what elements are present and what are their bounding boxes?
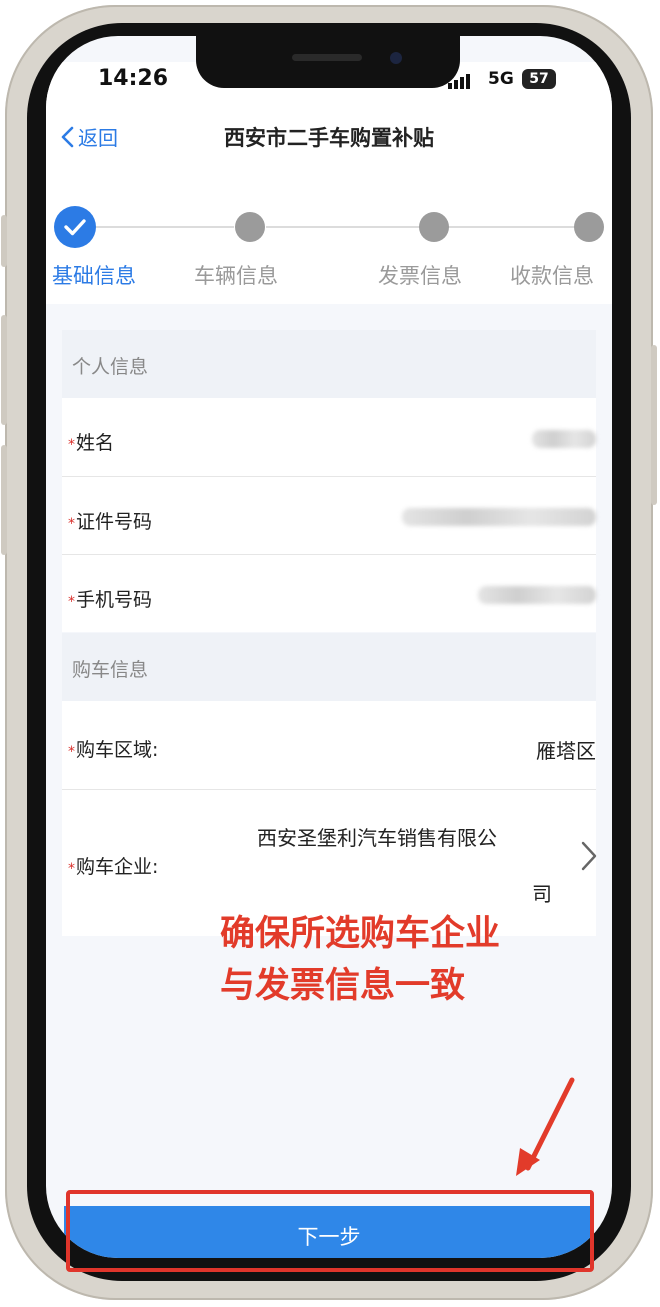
required-mark: * — [68, 861, 75, 877]
highlight-box — [66, 1190, 594, 1272]
section-personal: 个人信息 — [62, 330, 596, 398]
speaker — [292, 54, 362, 61]
section-personal-title: 个人信息 — [72, 356, 149, 378]
step-label-payment: 收款信息 — [510, 264, 594, 288]
field-company-label: *购车企业: — [68, 856, 159, 878]
nav-bar: 返回 西安市二手车购置补贴 — [46, 96, 612, 186]
field-id-number[interactable]: *证件号码 — [62, 477, 596, 555]
back-button[interactable]: 返回 — [60, 122, 118, 151]
annotation-text: 确保所选购车企业 与发票信息一致 — [220, 908, 500, 1012]
field-phone-value-blurred — [478, 586, 596, 604]
front-camera — [390, 52, 402, 64]
section-purchase-title: 购车信息 — [72, 659, 149, 681]
step-connector — [448, 226, 588, 228]
side-button-left-1 — [1, 215, 7, 267]
status-time: 14:26 — [98, 66, 169, 91]
field-company-value-line2: 司 — [532, 882, 552, 906]
step-1-check-icon — [54, 206, 96, 248]
step-3-dot — [419, 212, 449, 242]
field-area-value: 雁塔区 — [536, 739, 596, 763]
page-title: 西安市二手车购置补贴 — [224, 126, 434, 150]
progress-steps: 基础信息 车辆信息 发票信息 收款信息 — [46, 186, 612, 304]
step-2-dot — [235, 212, 265, 242]
annotation-line-1: 确保所选购车企业 — [220, 914, 501, 954]
battery-icon: 57 — [522, 69, 556, 89]
step-connector — [96, 226, 234, 228]
field-area-label: *购车区域: — [68, 739, 159, 761]
field-id-number-value-blurred — [402, 508, 596, 526]
side-button-left-3 — [1, 445, 7, 555]
phone-screen: 14:26 5G 57 返回 西安市二手车购置补贴 基础信息 车辆信息 发票信息… — [46, 36, 612, 1258]
field-phone-label: *手机号码 — [68, 589, 153, 611]
back-label: 返回 — [78, 126, 118, 150]
step-connector — [266, 226, 432, 228]
required-mark: * — [68, 744, 75, 760]
field-phone[interactable]: *手机号码 — [62, 555, 596, 632]
step-label-vehicle: 车辆信息 — [194, 264, 278, 288]
required-mark: * — [68, 516, 75, 532]
field-company-value-line1: 西安圣堡利汽车销售有限公 — [257, 826, 497, 850]
required-mark: * — [68, 437, 75, 453]
field-name[interactable]: *姓名 — [62, 398, 596, 477]
section-purchase: 购车信息 — [62, 633, 596, 701]
field-name-label: *姓名 — [68, 432, 115, 454]
field-id-number-label: *证件号码 — [68, 511, 153, 533]
chevron-left-icon — [61, 126, 74, 147]
side-button-left-2 — [1, 315, 7, 425]
step-label-invoice: 发票信息 — [378, 264, 462, 288]
required-mark: * — [68, 594, 75, 610]
network-type: 5G — [488, 69, 514, 89]
field-purchase-area[interactable]: *购车区域: 雁塔区 — [62, 701, 596, 790]
check-icon — [64, 219, 86, 236]
side-button-right — [651, 345, 657, 505]
step-label-basic: 基础信息 — [52, 264, 136, 288]
step-4-dot — [574, 212, 604, 242]
notch — [196, 36, 460, 88]
field-name-value-blurred — [532, 430, 596, 448]
annotation-line-2: 与发票信息一致 — [220, 966, 466, 1006]
chevron-right-icon — [581, 841, 597, 871]
